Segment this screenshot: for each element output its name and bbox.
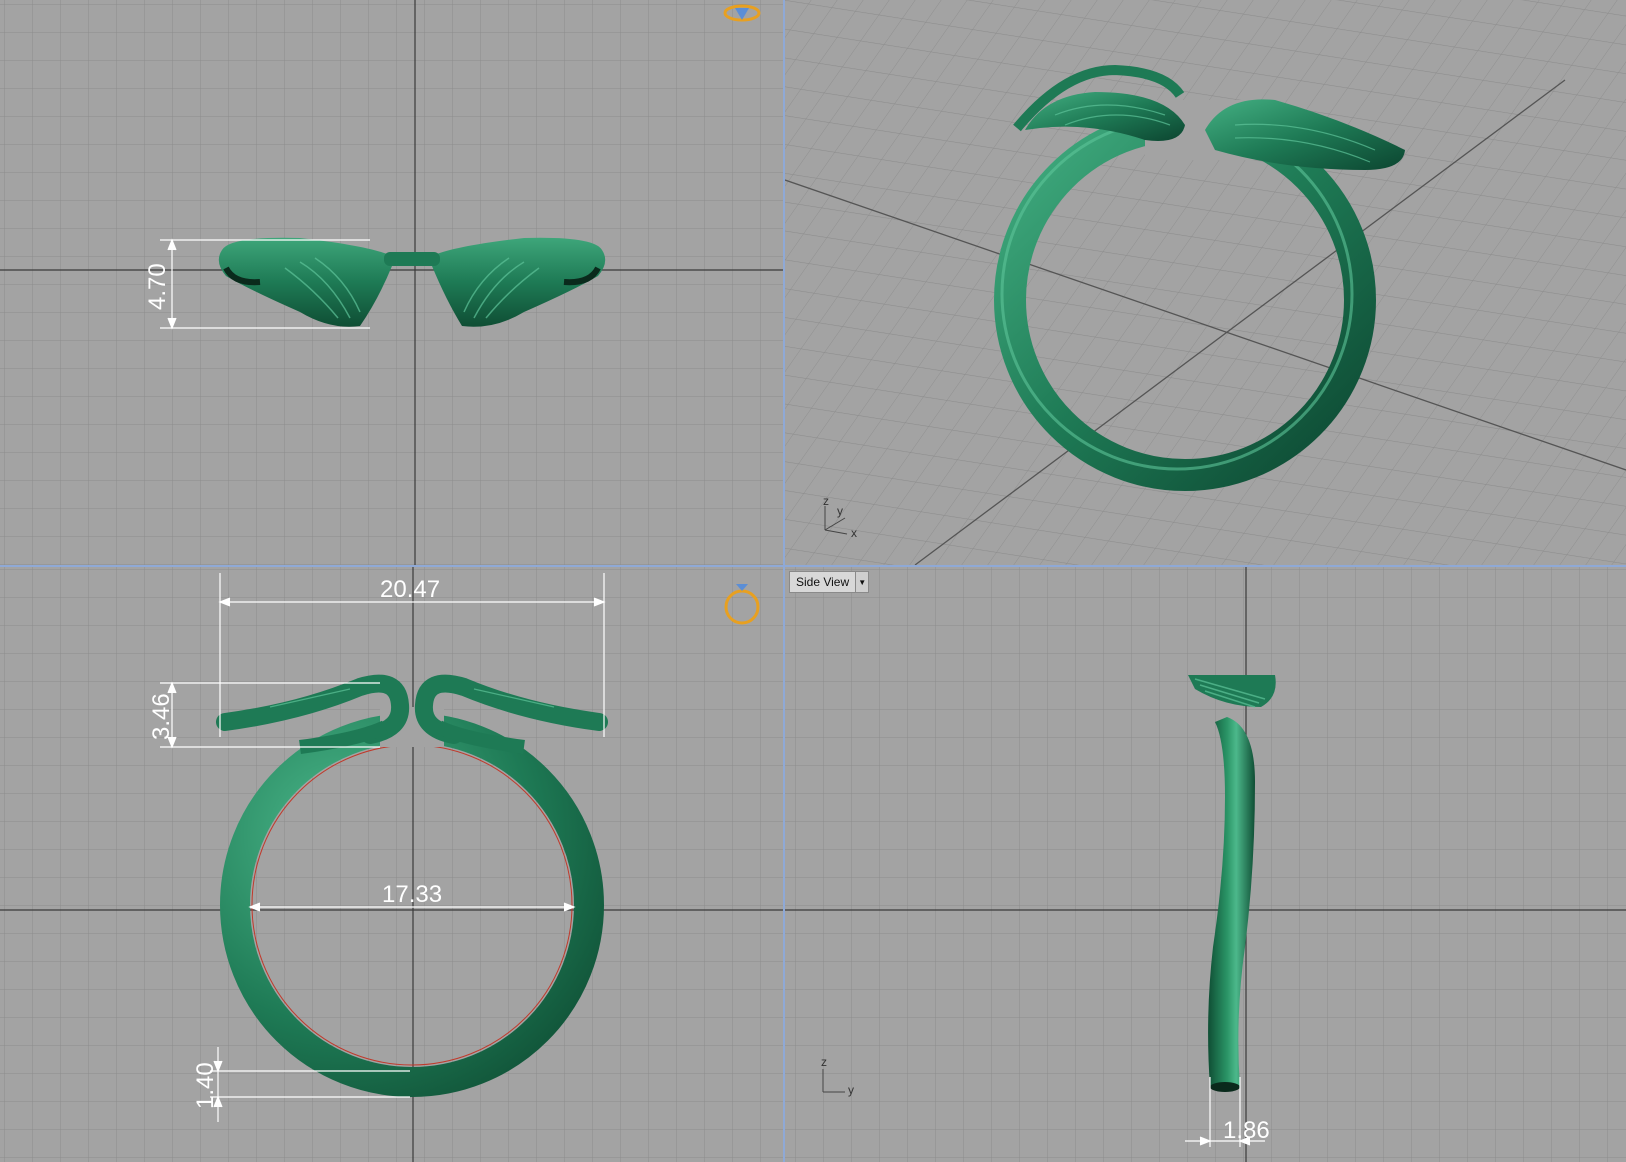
dimension-label-wing-height: 3.46 [148,693,175,740]
front-viewport-canvas [0,567,783,1162]
dimension-label-height: 4.70 [144,263,171,310]
top-viewport-canvas [0,0,783,565]
axis-label-y: y [837,504,843,518]
horizontal-splitter[interactable] [0,565,1626,567]
perspective-viewport-canvas [785,0,1626,565]
dimension-label-inner-diameter: 17.33 [382,881,443,908]
axis-label-x: x [851,526,857,540]
front-viewport[interactable]: 20.47 3.46 17.33 1.40 [0,567,783,1162]
dimension-label-band-thickness: 1.40 [192,1062,219,1109]
side-viewport[interactable]: Side View ▼ 1.86 z y [785,567,1626,1162]
dimension-label-width-total: 20.47 [380,576,441,603]
side-viewport-canvas [785,567,1626,1162]
axis-label-z: z [823,494,829,508]
axis-label-z: z [821,1055,827,1069]
view-label-dropdown[interactable]: Side View ▼ [789,571,870,593]
axis-label-y: y [848,1083,854,1097]
vertical-splitter[interactable] [783,0,785,1162]
dimension-label-band-width: 1.86 [1223,1117,1270,1144]
view-label-text: Side View [796,575,850,589]
chevron-down-icon[interactable]: ▼ [855,572,869,592]
perspective-viewport[interactable]: z y x [785,0,1626,565]
top-viewport[interactable]: 4.70 [0,0,783,565]
